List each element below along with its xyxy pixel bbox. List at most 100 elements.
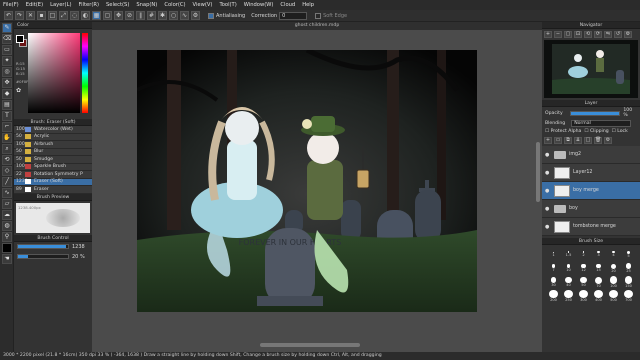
- redo-icon[interactable]: ↷: [15, 11, 24, 20]
- delete-layer-icon[interactable]: 🗑: [594, 137, 602, 144]
- brush-opacity-value[interactable]: 20 %: [72, 254, 85, 260]
- canvas-area[interactable]: ghost children.mdp FOREVER IN OUR HEARTS: [92, 22, 542, 352]
- vertical-scrollbar[interactable]: [536, 142, 540, 202]
- menu-item[interactable]: Tool(T): [219, 2, 236, 8]
- menu-item[interactable]: Help: [302, 2, 314, 8]
- brush-size-option[interactable]: 20: [607, 262, 620, 274]
- rotate-left-icon[interactable]: ⟲: [584, 31, 592, 38]
- brush-size-option[interactable]: 1: [547, 248, 560, 260]
- brush-size-option[interactable]: 15: [592, 262, 605, 274]
- brush-size-option[interactable]: 250: [562, 290, 575, 302]
- gradient-icon[interactable]: ▤: [2, 100, 12, 110]
- brush-size-option[interactable]: 500: [607, 290, 620, 302]
- layer-opacity-slider[interactable]: [569, 110, 621, 116]
- layer-row[interactable]: ● tombstone merge: [542, 218, 640, 236]
- trash-icon[interactable]: ✕: [26, 11, 35, 20]
- layer-property-icon[interactable]: ⚙: [604, 137, 612, 144]
- blending-dropdown[interactable]: Normal: [571, 120, 632, 127]
- select-all-icon[interactable]: ▦: [92, 11, 101, 20]
- menu-item[interactable]: Filter(R): [79, 2, 100, 8]
- rotate-icon[interactable]: ⟲: [2, 155, 12, 165]
- ruler-icon[interactable]: ▱: [2, 199, 12, 209]
- menu-item[interactable]: Color(C): [164, 2, 185, 8]
- visibility-icon[interactable]: ●: [545, 170, 551, 176]
- correction-dropdown[interactable]: 0: [279, 11, 308, 20]
- soft-edge-checkbox[interactable]: Soft Edge: [315, 12, 347, 19]
- visibility-icon[interactable]: ●: [545, 152, 551, 158]
- hand-icon[interactable]: ✋: [2, 133, 12, 143]
- move-tool-icon[interactable]: ✥: [2, 78, 12, 88]
- pen-icon[interactable]: ✎: [2, 23, 12, 33]
- move-icon[interactable]: ✥: [114, 11, 123, 20]
- brush-size-option[interactable]: 300: [577, 290, 590, 302]
- merge-down-icon[interactable]: ⇊: [574, 137, 582, 144]
- menu-item[interactable]: Cloud: [280, 2, 295, 8]
- clipping-checkbox[interactable]: ☐ Clipping: [584, 129, 608, 134]
- rotate-right-icon[interactable]: ⟳: [594, 31, 602, 38]
- foreground-color-swatch[interactable]: [16, 35, 24, 43]
- brush-list-item[interactable]: 50 Acrylic: [14, 133, 92, 141]
- brush-size-option[interactable]: 3: [592, 248, 605, 260]
- brush-size-option[interactable]: 200: [547, 290, 560, 302]
- menu-item[interactable]: File(F): [3, 2, 19, 8]
- brush-list-item[interactable]: 22 Rotation Symmetry P: [14, 171, 92, 179]
- brush-size-option[interactable]: 100: [607, 276, 620, 288]
- fill-icon[interactable]: ▪: [37, 11, 46, 20]
- brush-list-item[interactable]: 100 Watercolor (Wet): [14, 126, 92, 134]
- menu-item[interactable]: Layer(L): [50, 2, 71, 8]
- menu-item[interactable]: Snap(N): [136, 2, 157, 8]
- brush-size-option[interactable]: 5: [622, 248, 635, 260]
- menu-item[interactable]: Select(S): [106, 2, 129, 8]
- menu-item[interactable]: Window(W): [244, 2, 274, 8]
- brush-size-option[interactable]: 7: [547, 262, 560, 274]
- clear-layer-icon[interactable]: □: [584, 137, 592, 144]
- eraser-icon[interactable]: ⌫: [2, 34, 12, 44]
- brush-size-option[interactable]: 40: [562, 276, 575, 288]
- duplicate-layer-icon[interactable]: ⧉: [564, 137, 572, 144]
- horizontal-scrollbar[interactable]: [260, 343, 360, 347]
- fill-bucket-icon[interactable]: ◆: [2, 89, 12, 99]
- brush-list-item[interactable]: 50 Blur: [14, 148, 92, 156]
- brush-size-option[interactable]: 2: [577, 248, 590, 260]
- brush-opacity-slider[interactable]: [17, 254, 69, 259]
- navigator-preview[interactable]: [544, 40, 638, 98]
- brush-size-option[interactable]: 10: [562, 262, 575, 274]
- brush-size-option[interactable]: 25: [622, 262, 635, 274]
- brush-size-option[interactable]: 50: [577, 276, 590, 288]
- snap-off-icon[interactable]: ⊘: [125, 11, 134, 20]
- eyedropper-icon[interactable]: ⌐: [2, 122, 12, 132]
- visibility-icon[interactable]: ●: [545, 206, 551, 212]
- undo-icon[interactable]: ↶: [4, 11, 13, 20]
- color-swatch-icon[interactable]: [2, 243, 12, 253]
- clear-icon[interactable]: □: [48, 11, 57, 20]
- snap-setting-icon[interactable]: ⚙: [191, 11, 200, 20]
- lasso-icon[interactable]: ◎: [2, 67, 12, 77]
- antialiasing-checkbox[interactable]: Antialiasing: [208, 12, 245, 19]
- layer-row[interactable]: ● boy merge: [542, 182, 640, 200]
- zoom-out-icon[interactable]: −: [554, 31, 562, 38]
- magic-wand-icon[interactable]: ✦: [2, 56, 12, 66]
- snap-point-icon[interactable]: ✱: [158, 11, 167, 20]
- actual-size-icon[interactable]: ⊡: [574, 31, 582, 38]
- shape-icon[interactable]: ◇: [2, 166, 12, 176]
- brush-list-item[interactable]: 100 Airbrush: [14, 141, 92, 149]
- zoom-icon[interactable]: ⌕: [2, 144, 12, 154]
- artwork-canvas[interactable]: FOREVER IN OUR HEARTS: [137, 50, 477, 312]
- flip-icon[interactable]: ⇋: [604, 31, 612, 38]
- dropper-icon[interactable]: ⚲: [2, 232, 12, 242]
- snap-curve-icon[interactable]: ∿: [180, 11, 189, 20]
- brush-size-option[interactable]: 400: [592, 290, 605, 302]
- brush-size-option[interactable]: 4: [607, 248, 620, 260]
- brush-list-item[interactable]: 1238 Eraser (Soft): [14, 178, 92, 186]
- brush-size-option[interactable]: 700: [622, 290, 635, 302]
- deselect-icon[interactable]: ◌: [70, 11, 79, 20]
- invert-icon[interactable]: ◐: [81, 11, 90, 20]
- palette-icon[interactable]: ✿: [16, 87, 21, 94]
- brush-list-item[interactable]: 89 Eraser: [14, 186, 92, 194]
- layer-row[interactable]: ● img2: [542, 146, 640, 164]
- protect-alpha-checkbox[interactable]: ☐ Protect Alpha: [545, 129, 581, 134]
- curve-icon[interactable]: ∿: [2, 188, 12, 198]
- fit-window-icon[interactable]: ▢: [564, 31, 572, 38]
- layer-row[interactable]: ● Layer12: [542, 164, 640, 182]
- brush-size-option[interactable]: 150: [622, 276, 635, 288]
